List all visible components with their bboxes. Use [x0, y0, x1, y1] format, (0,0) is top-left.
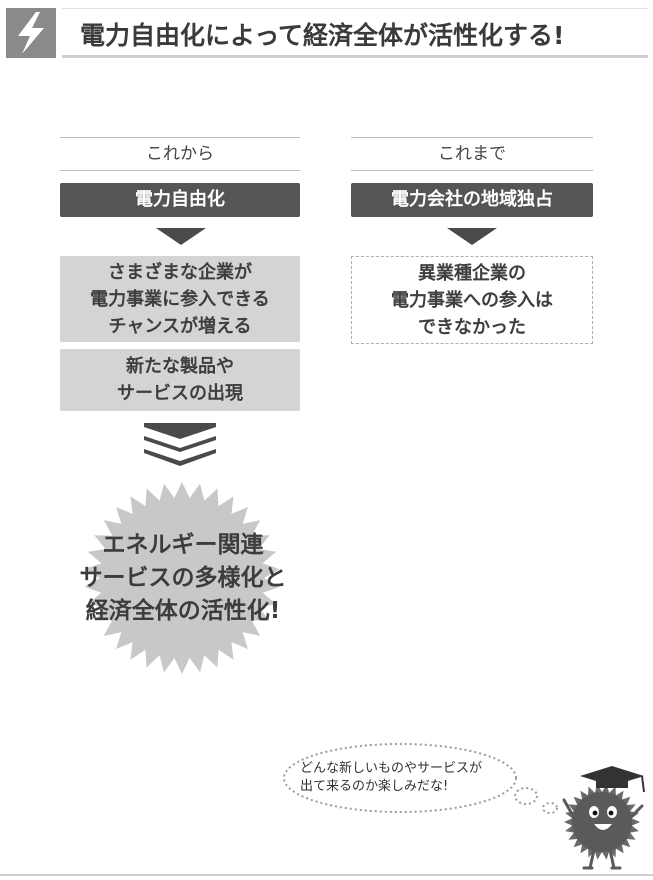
effect-line: 異業種企業の	[418, 263, 526, 284]
effect-line: 新たな製品や	[126, 356, 234, 377]
triple-chevron-down-icon	[144, 423, 216, 466]
result-line: エネルギー関連	[102, 532, 264, 558]
mascot-speech: どんな新しいものやサービスが 出て来るのか楽しみだな!	[300, 760, 520, 796]
effect-box-no-entry: 異業種企業の 電力事業への参入は できなかった	[351, 256, 593, 344]
result-line: 経済全体の活性化!	[85, 598, 281, 624]
effect-box-opportunities: さまざまな企業が 電力事業に参入できる チャンスが増える	[60, 256, 300, 342]
down-arrow-icon	[447, 228, 497, 245]
page-title: 電力自由化によって経済全体が活性化する!	[80, 21, 565, 50]
header-icon-box	[6, 8, 56, 58]
column-heading-past: これまで	[351, 137, 593, 171]
down-arrow-icon	[156, 228, 206, 245]
effect-box-new-products: 新たな製品や サービスの出現	[60, 349, 300, 411]
effect-line: 電力事業への参入は	[391, 290, 553, 311]
speech-line: どんな新しいものやサービスが	[300, 761, 483, 776]
result-line: サービスの多様化と	[79, 565, 287, 591]
label-liberalization: 電力自由化	[60, 183, 300, 217]
label-regional-monopoly: 電力会社の地域独占	[351, 183, 593, 217]
effect-line: チャンスが増える	[108, 316, 252, 337]
lightning-bolt-icon	[18, 12, 44, 54]
column-heading-future: これから	[60, 137, 300, 171]
result-text: エネルギー関連 サービスの多様化と 経済全体の活性化!	[60, 529, 306, 628]
speech-line: 出て来るのか楽しみだな!	[300, 779, 449, 794]
effect-line: サービスの出現	[117, 383, 243, 404]
bottom-divider	[0, 874, 653, 876]
effect-line: できなかった	[418, 317, 526, 338]
effect-line: 電力事業に参入できる	[90, 289, 270, 310]
effect-line: さまざまな企業が	[108, 262, 252, 283]
mascot-character	[562, 766, 645, 870]
